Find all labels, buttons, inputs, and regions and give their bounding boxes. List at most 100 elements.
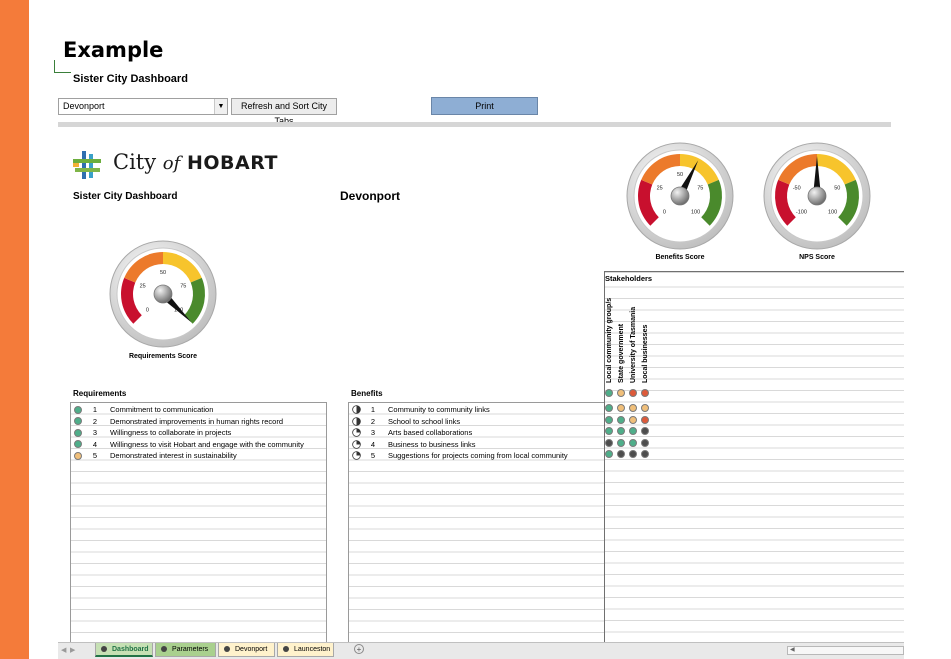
requirement-text: Willingness to collaborate in projects	[110, 428, 232, 437]
gauge-tick-label: 0	[146, 308, 149, 314]
harvey-ball-icon	[352, 416, 361, 426]
stakeholder-dot	[641, 415, 649, 424]
gauge-hub	[807, 186, 827, 206]
refresh-sort-button[interactable]: Refresh and Sort City Tabs	[231, 98, 337, 126]
benefit-text: Arts based collaborations	[388, 428, 473, 437]
gauge-tick-label: 75	[180, 284, 186, 290]
stakeholder-dot	[641, 438, 649, 447]
requirements-list: 1 Commitment to communication 2 Demonstrate…	[70, 402, 327, 643]
add-sheet-button[interactable]: +	[354, 644, 364, 654]
selected-city-name: Devonport	[340, 189, 400, 203]
sheet-tab-dashboard[interactable]: Dashboard	[95, 643, 153, 657]
harvey-ball-icon	[352, 428, 361, 437]
stakeholder-dot	[605, 415, 613, 424]
requirements-label: Requirements	[73, 389, 127, 398]
stakeholders-label: Stakeholders	[605, 274, 653, 283]
stakeholder-dot	[629, 438, 637, 447]
benefits-gauge: 0 25 50 75 100	[626, 142, 734, 250]
stakeholder-dot	[617, 427, 625, 435]
chevron-down-icon[interactable]: ▼	[214, 99, 227, 114]
benefits-label: Benefits	[351, 389, 383, 398]
benefit-row: 4 Business to business links	[349, 439, 604, 450]
benefit-number: 1	[370, 405, 376, 414]
requirement-status-dot	[74, 451, 82, 460]
benefit-number: 2	[370, 416, 376, 426]
gauge-tick-label: 50	[834, 186, 840, 192]
gauge-tick-label: 25	[657, 186, 663, 192]
gauge-hub	[670, 186, 690, 206]
scroll-left-icon[interactable]: ◀	[790, 647, 795, 654]
sheet-tab-label: Launceston	[294, 646, 331, 653]
prev-sheet-icon[interactable]: ◀	[61, 646, 66, 654]
gauge-tick-label: 100	[691, 210, 700, 216]
requirement-number: 2	[92, 416, 98, 426]
stakeholders-panel	[604, 271, 904, 643]
requirement-number: 3	[92, 428, 98, 437]
requirement-text: Demonstrated interest in sustainability	[110, 451, 237, 460]
requirement-text: Commitment to communication	[110, 405, 214, 414]
requirement-status-dot	[74, 440, 82, 448]
stakeholder-summary-dot	[629, 389, 637, 397]
stakeholder-dot	[641, 450, 649, 458]
stakeholder-dot	[641, 404, 649, 412]
stakeholder-dot	[641, 427, 649, 435]
stakeholder-dot	[605, 450, 613, 458]
stakeholder-dot	[617, 450, 625, 458]
benefits-list: 1 Community to community links 2 School to …	[348, 402, 605, 643]
benefit-text: Business to business links	[388, 439, 476, 449]
nps-gauge-caption: NPS Score	[799, 254, 835, 261]
sheet-tab-label: Parameters	[172, 646, 209, 653]
sheet-tab-devonport[interactable]: Devonport	[218, 643, 275, 657]
slide-title: Example	[63, 38, 164, 62]
gauge-tick-label: 0	[663, 210, 666, 216]
section-divider	[58, 122, 891, 127]
next-sheet-icon[interactable]: ▶	[70, 646, 75, 654]
stakeholder-col-state: State government	[618, 323, 625, 383]
stakeholder-col-university: University of Tasmania	[630, 306, 637, 383]
benefit-number: 5	[370, 451, 376, 460]
benefit-text: Community to community links	[388, 405, 490, 414]
requirement-status-dot	[74, 417, 82, 425]
requirement-number: 5	[92, 451, 98, 460]
sheet-tab-parameters[interactable]: Parameters	[155, 643, 216, 657]
print-button[interactable]: Print	[431, 97, 538, 115]
stakeholder-dot	[617, 415, 625, 424]
requirements-gauge: 0255075100	[109, 240, 217, 348]
requirement-status-dot	[74, 428, 82, 437]
active-cell-marker	[54, 60, 71, 73]
sheet-tab-icon	[224, 646, 230, 652]
stakeholder-summary-dot	[605, 389, 613, 397]
stakeholder-dot	[617, 404, 625, 412]
gauge-tick-label: 100	[828, 210, 837, 216]
stakeholder-col-business: Local businesses	[642, 324, 649, 383]
sheet-tab-launceston[interactable]: Launceston	[277, 643, 334, 657]
stakeholder-summary-dot	[617, 389, 625, 397]
requirement-text: Willingness to visit Hobart and engage w…	[110, 439, 304, 449]
horizontal-scrollbar[interactable]: ◀	[787, 646, 904, 655]
benefit-text: Suggestions for projects coming from loc…	[388, 451, 568, 460]
requirement-row: 2 Demonstrated improvements in human righ…	[71, 416, 326, 427]
gauge-tick-label: 75	[697, 186, 703, 192]
sheet-heading: Sister City Dashboard	[73, 73, 188, 85]
stakeholder-dot	[629, 450, 637, 458]
sheet-tab-icon	[161, 646, 167, 652]
stakeholder-dot	[629, 404, 637, 412]
dashboard-label: Sister City Dashboard	[73, 191, 178, 202]
gauge-hub	[153, 284, 173, 304]
stakeholder-col-community: Local community group/s	[606, 297, 613, 383]
city-select-dropdown[interactable]: Devonport ▼	[58, 98, 228, 115]
hobart-logo-text: City of HOBART	[113, 150, 278, 174]
benefit-text: School to school links	[388, 416, 461, 426]
benefits-gauge-caption: Benefits Score	[655, 254, 705, 261]
gauge-tick-label: 50	[677, 172, 683, 178]
stakeholder-dot	[605, 438, 613, 447]
harvey-ball-icon	[352, 439, 361, 449]
sheet-tab-label: Devonport	[235, 646, 268, 653]
benefit-row: 1 Community to community links	[349, 404, 604, 415]
slide-accent-bar	[0, 0, 29, 659]
requirement-status-dot	[74, 405, 82, 414]
requirement-row: 4 Willingness to visit Hobart and engage …	[71, 439, 326, 450]
stakeholder-summary-dot	[641, 389, 649, 397]
sheet-tab-label: Dashboard	[112, 646, 149, 653]
stakeholder-dot	[605, 404, 613, 412]
